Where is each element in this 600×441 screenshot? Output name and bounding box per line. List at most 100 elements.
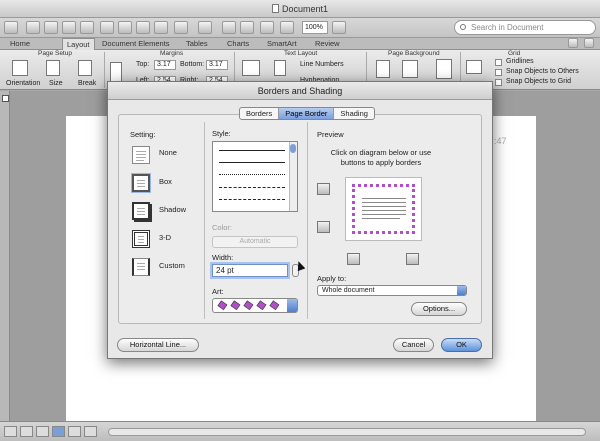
redo-icon[interactable] — [198, 21, 212, 34]
media-browser-icon[interactable] — [260, 21, 274, 34]
setting-none-icon[interactable] — [132, 146, 150, 164]
tab-tables[interactable]: Tables — [182, 38, 212, 50]
style-option-solid-thin[interactable] — [219, 162, 285, 163]
format-painter-icon[interactable] — [154, 21, 168, 34]
tab-charts[interactable]: Charts — [223, 38, 253, 50]
border-preview-diagram[interactable] — [345, 177, 422, 241]
zoom-field[interactable]: 100% — [302, 21, 328, 34]
setting-label: Setting: — [130, 130, 156, 139]
setting-3d-label[interactable]: 3-D — [159, 233, 171, 242]
color-select: Automatic — [212, 236, 298, 248]
ribbon-settings-icon[interactable] — [584, 38, 594, 48]
apply-to-label: Apply to: — [317, 274, 347, 283]
gridlines-checkbox[interactable] — [495, 59, 502, 66]
style-option-dotted[interactable] — [219, 174, 285, 175]
text-direction-icon[interactable] — [242, 60, 260, 76]
left-border-button[interactable] — [347, 253, 360, 265]
setting-shadow-icon[interactable] — [132, 202, 150, 220]
style-list-scrollbar[interactable] — [289, 142, 297, 211]
publishing-view-icon[interactable] — [36, 426, 49, 437]
toolbox-icon[interactable] — [280, 21, 294, 34]
notebook-view-icon[interactable] — [68, 426, 81, 437]
setting-custom-icon[interactable] — [132, 258, 150, 276]
tab-smartart[interactable]: SmartArt — [263, 38, 301, 50]
margin-bottom-field[interactable]: 3.17 — [206, 60, 228, 70]
size-label[interactable]: Size — [49, 80, 63, 87]
paste-icon[interactable] — [136, 21, 150, 34]
snap-grid-checkbox[interactable] — [495, 79, 502, 86]
setting-shadow-label[interactable]: Shadow — [159, 205, 186, 214]
setting-box-icon[interactable] — [132, 174, 150, 192]
art-preview-icon — [217, 300, 280, 311]
status-bar — [0, 421, 600, 441]
margins-icon[interactable] — [110, 62, 122, 82]
tab-page-border[interactable]: Page Border — [279, 108, 335, 119]
orientation-label[interactable]: Orientation — [6, 80, 40, 87]
ok-button[interactable]: OK — [441, 338, 482, 352]
undo-icon[interactable] — [174, 21, 188, 34]
setting-custom-label[interactable]: Custom — [159, 261, 185, 270]
page-borders-icon[interactable] — [436, 59, 452, 79]
group-title-page-setup: Page Setup — [38, 50, 72, 57]
page-size-icon[interactable] — [46, 60, 60, 76]
print-layout-view-icon[interactable] — [52, 426, 65, 437]
line-numbers-button[interactable]: Line Numbers — [300, 61, 344, 68]
help-icon[interactable] — [332, 21, 346, 34]
bottom-border-button[interactable] — [317, 221, 330, 233]
print-icon[interactable] — [80, 21, 94, 34]
tab-document-elements[interactable]: Document Elements — [98, 38, 174, 50]
save-icon[interactable] — [62, 21, 76, 34]
draft-view-icon[interactable] — [4, 426, 17, 437]
snap-objects-checkbox[interactable] — [495, 69, 502, 76]
search-input[interactable]: Search in Document — [454, 20, 596, 35]
setting-3d-icon[interactable] — [132, 230, 150, 248]
art-border-preview — [352, 184, 415, 234]
width-field[interactable]: 24 pt — [212, 264, 288, 277]
tab-home[interactable]: Home — [6, 38, 34, 50]
border-style-list[interactable] — [212, 141, 298, 212]
new-document-icon[interactable] — [26, 21, 40, 34]
style-option-dashed[interactable] — [219, 187, 285, 188]
tab-review[interactable]: Review — [311, 38, 344, 50]
cancel-button[interactable]: Cancel — [393, 338, 434, 352]
open-icon[interactable] — [44, 21, 58, 34]
orientation-icon[interactable] — [12, 60, 28, 76]
ribbon-separator — [104, 52, 105, 88]
sidebar-icon[interactable] — [4, 21, 18, 34]
copy-icon[interactable] — [118, 21, 132, 34]
right-border-button[interactable] — [406, 253, 419, 265]
horizontal-scrollbar[interactable] — [108, 428, 586, 436]
dialog-tab-strip: Borders Page Border Shading — [239, 107, 375, 120]
setting-none-label[interactable]: None — [159, 148, 177, 157]
collapse-ribbon-icon[interactable] — [568, 38, 578, 48]
preview-text-line — [362, 206, 406, 207]
columns-icon[interactable] — [274, 60, 286, 76]
setting-box-label[interactable]: Box — [159, 177, 172, 186]
watermark-icon[interactable] — [376, 60, 390, 78]
horizontal-line-button[interactable]: Horizontal Line... — [117, 338, 199, 352]
margin-top-field[interactable]: 3.17 — [154, 60, 176, 70]
apply-to-select[interactable]: Whole document — [317, 285, 467, 296]
break-label[interactable]: Break — [78, 80, 96, 87]
break-icon[interactable] — [78, 60, 92, 76]
full-screen-view-icon[interactable] — [84, 426, 97, 437]
cut-icon[interactable] — [100, 21, 114, 34]
tab-borders[interactable]: Borders — [240, 108, 280, 119]
preview-text-line — [362, 214, 406, 215]
top-border-button[interactable] — [317, 183, 330, 195]
outline-view-icon[interactable] — [20, 426, 33, 437]
pilcrow-icon[interactable] — [222, 21, 236, 34]
style-option-solid[interactable] — [219, 150, 285, 151]
tab-shading[interactable]: Shading — [334, 108, 374, 119]
tab-layout[interactable]: Layout — [62, 38, 95, 50]
column-divider — [204, 122, 205, 319]
sidebar-toggle-icon[interactable] — [240, 21, 254, 34]
art-select[interactable] — [212, 298, 298, 313]
grid-icon[interactable] — [466, 60, 482, 74]
vertical-ruler — [0, 91, 10, 421]
style-option-dash-long[interactable] — [219, 199, 285, 200]
page-color-icon[interactable] — [402, 60, 418, 78]
style-list-scroll-thumb[interactable] — [290, 144, 296, 153]
options-button[interactable]: Options... — [411, 302, 467, 316]
ruler-tab-selector[interactable] — [2, 95, 9, 102]
